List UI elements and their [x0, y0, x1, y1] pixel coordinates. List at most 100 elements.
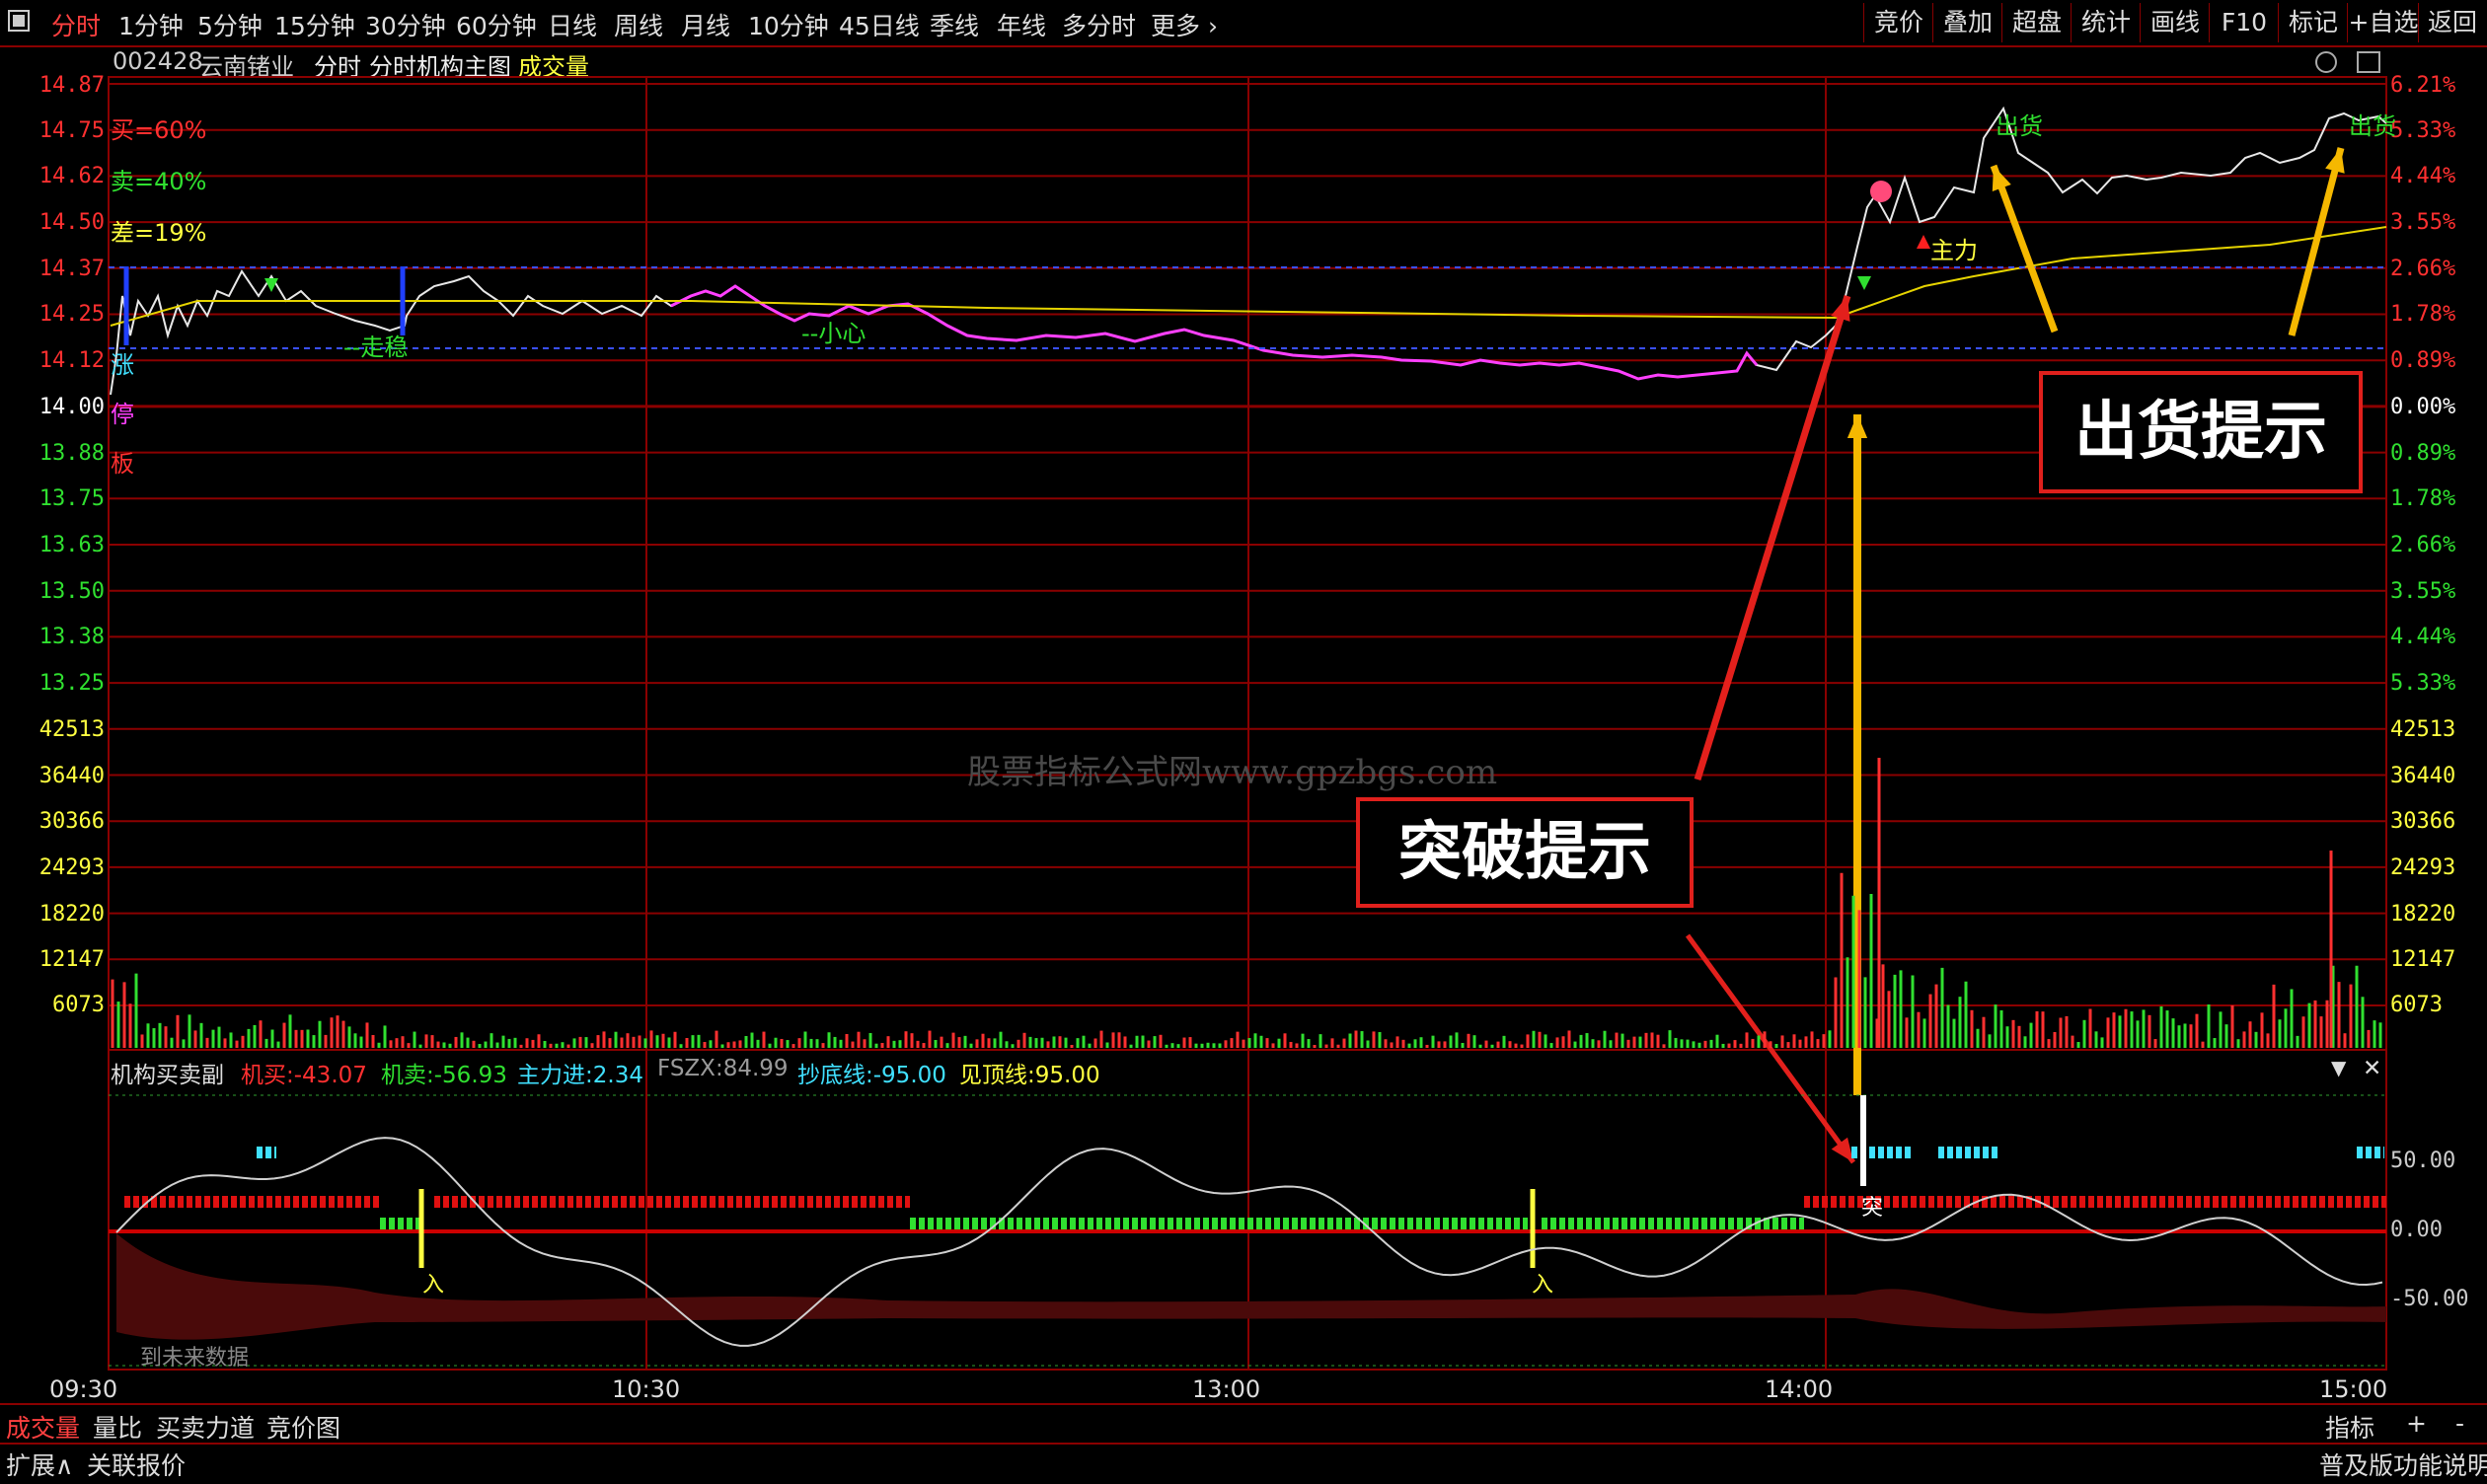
time-label: 09:30: [49, 1375, 118, 1403]
pct-label: 5.33%: [2390, 671, 2456, 696]
price-label: 14.12: [38, 348, 105, 373]
stat-diff-value: 19%: [154, 219, 207, 247]
stat-sell: 卖=40%: [111, 162, 206, 196]
down-arrow-icon: [1857, 276, 1871, 290]
annotation-arrow: [1990, 164, 2059, 334]
up-arrow-icon: [1917, 235, 1930, 249]
pct-label: 4.44%: [2390, 164, 2456, 188]
ind-main-in-label: 主力进:: [517, 1063, 593, 1088]
ind-jimai: 机买:-43.07: [241, 1056, 367, 1089]
pct-label: 0.89%: [2390, 348, 2456, 373]
arrow-head: [1831, 1137, 1853, 1162]
ind-jimai-value: -43.07: [293, 1063, 367, 1088]
btn-expand[interactable]: 扩展∧: [6, 1447, 73, 1482]
stat-sell-label: 卖=: [111, 168, 155, 195]
stat-sell-value: 40%: [154, 168, 207, 195]
time-label: 15:00: [2319, 1375, 2388, 1403]
ind-bottom-line-label: 抄底线:: [797, 1063, 873, 1088]
ind-main-in-value: 2.34: [592, 1063, 643, 1088]
gem-icon: [1870, 181, 1892, 202]
stat-buy-label: 买=: [111, 116, 155, 144]
pct-label: 1.78%: [2390, 486, 2456, 511]
pct-label: 2.66%: [2390, 257, 2456, 281]
stat-buy-value: 60%: [154, 116, 207, 144]
ind-jimai-label: 机买:: [241, 1063, 294, 1088]
pct-label: 1.78%: [2390, 302, 2456, 327]
price-label: 13.38: [38, 625, 105, 649]
ind-jimai2-label: 机卖:: [381, 1063, 434, 1088]
ind-label: 0.00: [2390, 1218, 2443, 1242]
tab-auction-chart[interactable]: 竞价图: [266, 1409, 340, 1445]
volume-label: 6073: [52, 993, 105, 1017]
price-label: 13.75: [38, 486, 105, 511]
tab-remove[interactable]: -: [2455, 1409, 2464, 1438]
price-label: 14.25: [38, 302, 105, 327]
tab-add[interactable]: +: [2406, 1409, 2427, 1438]
watermark: 股票指标公式网www.gpzbgs.com: [967, 753, 1498, 792]
callout-breakout: 突破提示: [1356, 797, 1694, 908]
future-data-note: 到未来数据: [140, 1346, 250, 1371]
time-label: 13:00: [1192, 1375, 1261, 1403]
pct-label: 3.55%: [2390, 210, 2456, 235]
tab-volume-ratio[interactable]: 量比: [93, 1409, 142, 1445]
status-bar: [0, 1443, 2487, 1484]
tab-buysell-force[interactable]: 买卖力道: [156, 1409, 255, 1445]
indicator-band: [116, 1233, 2386, 1340]
chevron-down-icon[interactable]: ▼: [2331, 1056, 2346, 1079]
volume-label: 36440: [2390, 764, 2456, 788]
stat-diff: 差=19%: [111, 213, 206, 248]
marker-in-1: 入: [422, 1273, 445, 1298]
volume-label: 42513: [2390, 717, 2456, 742]
close-icon[interactable]: ✕: [2363, 1056, 2381, 1081]
btn-linked-quote[interactable]: 关联报价: [87, 1447, 186, 1482]
ind-main-in: 主力进:2.34: [517, 1056, 643, 1089]
price-label: 14.75: [38, 118, 105, 143]
tab-indicator[interactable]: 指标: [2325, 1409, 2374, 1445]
price-label: 13.25: [38, 671, 105, 696]
pct-label: 3.55%: [2390, 579, 2456, 604]
time-label: 14:00: [1765, 1375, 1834, 1403]
price-label: 14.50: [38, 210, 105, 235]
ind-label: -50.00: [2390, 1287, 2469, 1311]
volume-label: 30366: [2390, 809, 2456, 834]
price-label: 13.63: [38, 533, 105, 557]
volume-label: 18220: [38, 902, 105, 927]
volume-label: 24293: [38, 855, 105, 880]
edition-help[interactable]: 普及版功能说明: [2319, 1447, 2487, 1482]
annotation-caution: --小心: [801, 320, 867, 347]
volume-label: 18220: [2390, 902, 2456, 927]
ind-fszx: FSZX:84.99: [657, 1056, 789, 1081]
indicator-panel-name: 机构买卖副: [111, 1063, 224, 1088]
price-label: 14.37: [38, 257, 105, 281]
volume-label: 12147: [2390, 947, 2456, 972]
ind-jimai2-value: -56.93: [433, 1063, 507, 1088]
volume-label: 12147: [38, 947, 105, 972]
volume-label: 42513: [38, 717, 105, 742]
arrow-head: [1992, 166, 2011, 191]
ind-bottom-line: 抄底线:-95.00: [797, 1056, 946, 1089]
ind-top-line-value: 95.00: [1034, 1063, 1100, 1088]
ind-top-line-label: 见顶线:: [959, 1063, 1035, 1088]
price-label-base: 14.00: [38, 395, 105, 419]
volume-label: 6073: [2390, 993, 2443, 1017]
volume-label: 24293: [2390, 855, 2456, 880]
chart-area: [108, 76, 2387, 1371]
ind-label: 50.00: [2390, 1149, 2456, 1173]
annotation-sell-2: 出货: [2349, 112, 2396, 140]
tab-volume[interactable]: 成交量: [6, 1409, 80, 1445]
arrow-head: [1846, 414, 1868, 438]
pct-label-base: 0.00%: [2390, 395, 2456, 419]
limit-char: 停: [111, 401, 134, 428]
callout-sell: 出货提示: [2039, 371, 2363, 493]
volume-label: 30366: [38, 809, 105, 834]
ind-jimai2: 机卖:-56.93: [381, 1056, 507, 1089]
pct-label: 6.21%: [2390, 73, 2456, 98]
ind-top-line: 见顶线:95.00: [959, 1056, 1100, 1089]
annotation-sell-1: 出货: [1996, 112, 2043, 140]
pct-label: 0.89%: [2390, 441, 2456, 466]
ind-fszx-label: FSZX:: [657, 1056, 723, 1081]
limit-char: 涨: [111, 351, 134, 379]
pct-label: 4.44%: [2390, 625, 2456, 649]
time-label: 10:30: [612, 1375, 681, 1403]
bottom-tab-bar: [0, 1403, 2487, 1445]
